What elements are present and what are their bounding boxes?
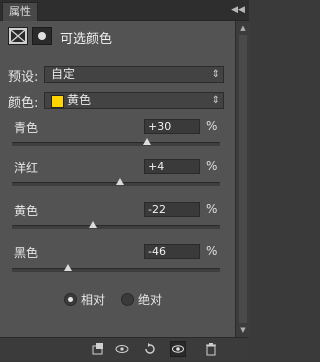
colors-select[interactable]: 黄色 ⇕ [44, 92, 224, 109]
black-input[interactable]: -46 [144, 244, 200, 259]
preset-select[interactable]: 自定 ⇕ [44, 66, 224, 83]
adjustment-icon[interactable] [8, 27, 28, 45]
cyan-input[interactable]: +30 [144, 119, 200, 134]
radio-absolute-dot[interactable] [121, 293, 134, 306]
magenta-input[interactable]: +4 [144, 159, 200, 174]
yellow-label: 黄色 [14, 204, 39, 218]
preset-label: 预设: [8, 70, 39, 85]
adjustment-title: 可选颜色 [60, 32, 113, 47]
reset-icon[interactable] [142, 341, 158, 357]
yellow-swatch-icon [51, 95, 64, 108]
scroll-track[interactable] [239, 35, 247, 323]
updown-arrows-icon: ⇕ [211, 95, 220, 106]
colors-label: 颜色: [8, 96, 39, 111]
cyan-slider[interactable] [12, 138, 220, 146]
collapse-arrows-icon[interactable]: ◀◀ [231, 3, 245, 17]
preset-value: 自定 [51, 67, 76, 81]
yellow-slider[interactable] [12, 221, 220, 229]
cyan-slider-thumb[interactable] [143, 138, 152, 145]
cyan-label: 青色 [14, 121, 39, 135]
panel-footer [0, 337, 249, 360]
clip-to-layer-icon[interactable] [90, 341, 106, 357]
radio-relative-label: 相对 [81, 293, 106, 307]
black-slider[interactable] [12, 264, 220, 272]
colors-value: 黄色 [67, 93, 92, 107]
tab-properties[interactable]: 属性 [2, 2, 38, 21]
panel-scrollbar[interactable]: ▲ ▼ [235, 21, 250, 337]
magenta-percent-sign: % [206, 159, 218, 173]
scroll-down-icon[interactable]: ▼ [238, 325, 248, 335]
magenta-label: 洋红 [14, 161, 39, 175]
panel-titlebar: 属性 ◀◀ [0, 0, 249, 21]
magenta-slider-thumb[interactable] [116, 178, 125, 185]
black-slider-thumb[interactable] [64, 264, 73, 271]
radio-absolute-label: 绝对 [138, 293, 163, 307]
trash-icon[interactable] [203, 341, 219, 357]
radio-relative-dot[interactable] [64, 293, 77, 306]
yellow-percent-sign: % [206, 202, 218, 216]
black-percent-sign: % [206, 244, 218, 258]
eye-icon[interactable] [170, 341, 186, 357]
updown-arrows-icon: ⇕ [211, 69, 220, 80]
cyan-percent-sign: % [206, 119, 218, 133]
magenta-slider[interactable] [12, 178, 220, 186]
view-previous-state-icon[interactable] [114, 341, 130, 357]
properties-panel: 可选颜色 预设: 自定 ⇕ 颜色: 黄色 ⇕ 青色 +30 % 洋红 +4 % … [0, 21, 235, 337]
method-radio-group: 相对 绝对 [0, 291, 235, 307]
mask-icon[interactable] [32, 27, 52, 45]
yellow-input[interactable]: -22 [144, 202, 200, 217]
black-label: 黑色 [14, 246, 39, 260]
scroll-up-icon[interactable]: ▲ [238, 23, 248, 33]
yellow-slider-thumb[interactable] [89, 221, 98, 228]
